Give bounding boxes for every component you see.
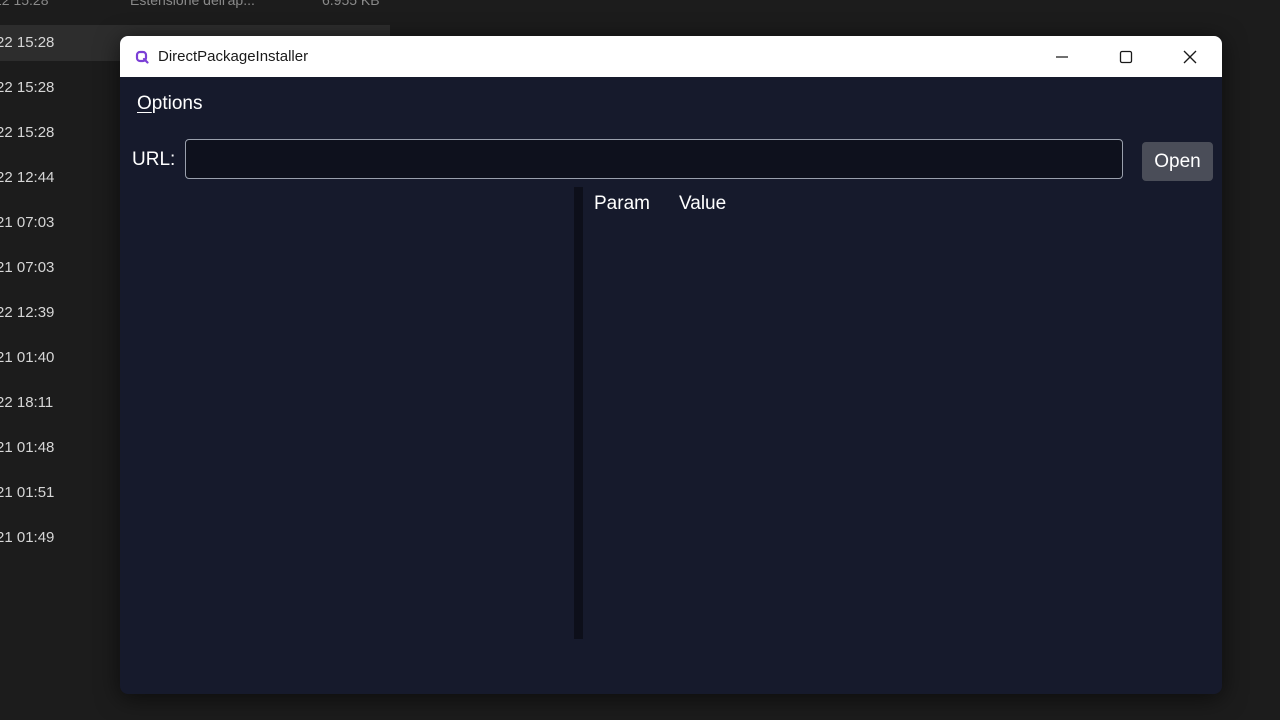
app-window: DirectPackageInstaller Options URL: Open… — [120, 36, 1222, 694]
title-bar[interactable]: DirectPackageInstaller — [120, 36, 1222, 77]
maximize-button[interactable] — [1094, 36, 1158, 77]
package-tree-pane[interactable] — [120, 187, 574, 639]
menu-bar: Options — [120, 77, 1222, 133]
url-row: URL: Open — [120, 137, 1222, 183]
bg-row-time: 22 15:28 — [0, 124, 55, 141]
close-button[interactable] — [1158, 36, 1222, 77]
column-header-param[interactable]: Param — [594, 193, 650, 215]
bg-row-time: 21 01:51 — [0, 484, 55, 501]
minimize-icon — [1056, 55, 1068, 58]
bg-top-time: 22 15:28 — [0, 0, 49, 8]
bg-row-time: 21 07:03 — [0, 259, 55, 276]
url-input[interactable] — [185, 139, 1123, 179]
menu-options[interactable]: Options — [137, 93, 202, 115]
bg-row-time: 21 01:48 — [0, 439, 55, 456]
url-label: URL: — [132, 149, 176, 170]
menu-options-mnemonic: O — [137, 93, 152, 114]
window-title: DirectPackageInstaller — [158, 48, 309, 65]
window-controls — [1030, 36, 1222, 77]
minimize-button[interactable] — [1030, 36, 1094, 77]
column-header-value[interactable]: Value — [679, 193, 726, 215]
app-q-icon — [134, 49, 150, 65]
open-button[interactable]: Open — [1142, 142, 1213, 181]
bg-row-time: 21 01:49 — [0, 529, 55, 546]
bg-row-time: 21 01:40 — [0, 349, 55, 366]
bg-row-time: 22 15:28 — [0, 79, 55, 96]
menu-options-label: ptions — [151, 93, 203, 114]
close-icon — [1183, 50, 1197, 63]
bg-row-time: 22 12:44 — [0, 169, 55, 186]
bg-top-name: Estensione dell'ap... — [130, 0, 255, 8]
bg-top-size: 6.955 KB — [322, 0, 380, 8]
param-value-table[interactable]: Param Value — [583, 187, 1222, 639]
bg-row-time: 22 12:39 — [0, 304, 55, 321]
pane-splitter[interactable] — [574, 187, 583, 639]
bg-row-time: 21 07:03 — [0, 214, 55, 231]
bg-row-time: 22 18:11 — [0, 394, 54, 411]
maximize-icon — [1119, 50, 1133, 63]
bg-row-time: 22 15:28 — [0, 34, 55, 51]
